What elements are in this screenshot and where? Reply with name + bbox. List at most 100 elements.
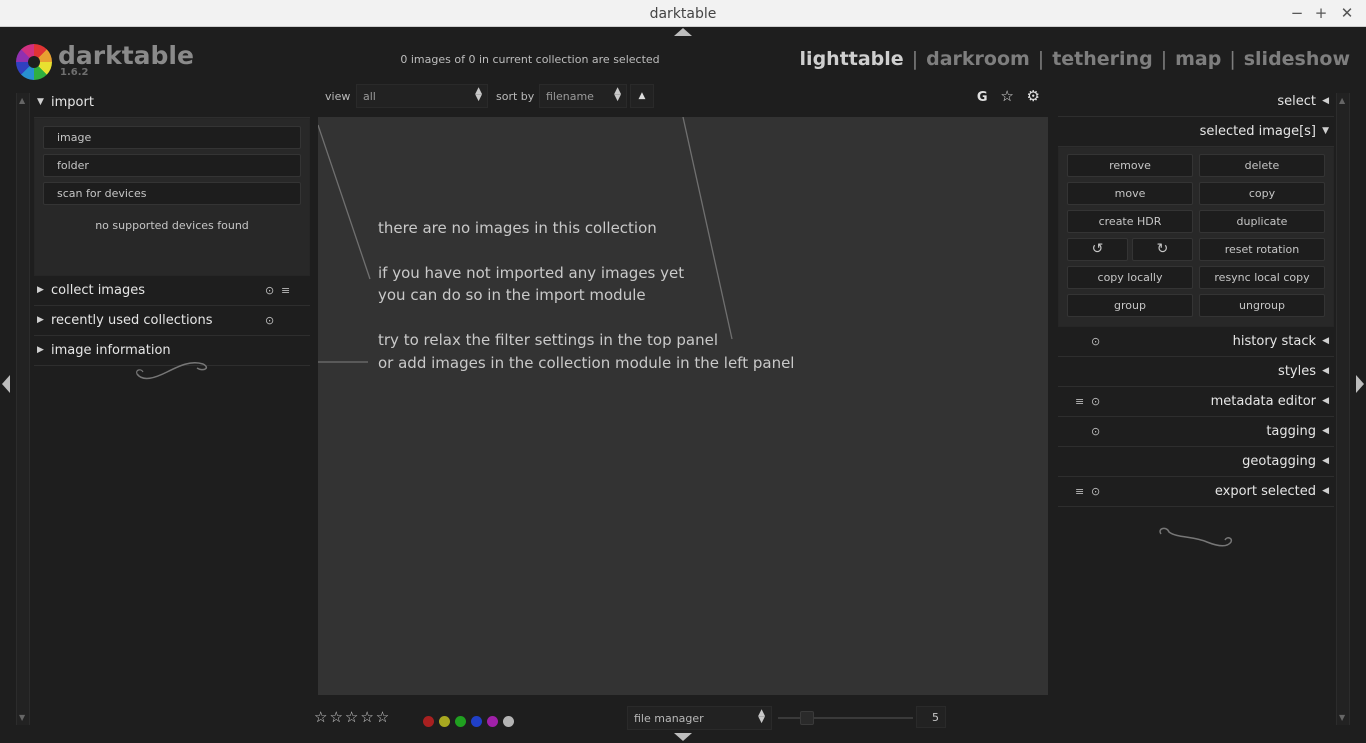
minimize-icon[interactable]: − — [1288, 4, 1306, 22]
gear-icon[interactable]: ⚙ — [1027, 87, 1040, 105]
sort-select[interactable]: filename ▲ ▼ — [539, 84, 627, 108]
view-toolbar: G ☆ ⚙ — [969, 87, 1040, 105]
right-panel-scrollbar[interactable]: ▲ ▼ — [1336, 93, 1350, 725]
empty-message-line: there are no images in this collection — [378, 219, 657, 237]
panel-end-ornament-icon — [1159, 527, 1233, 547]
duplicate-button[interactable]: duplicate — [1199, 210, 1325, 233]
presets-icon[interactable]: ⊙ — [265, 284, 274, 297]
layout-select[interactable]: file manager ▲ ▼ — [627, 706, 772, 730]
module-geotagging-header[interactable]: geotagging ◀ — [1058, 447, 1334, 477]
menu-icon[interactable]: ≡ — [281, 284, 290, 297]
selected-images-module-body: remove delete move copy create HDR dupli… — [1058, 147, 1334, 327]
zoom-slider[interactable] — [778, 711, 913, 725]
scroll-up-icon[interactable]: ▲ — [19, 96, 25, 105]
module-styles-header[interactable]: styles ◀ — [1058, 357, 1334, 387]
left-panel: ▼ import image folder scan for devices n… — [34, 88, 310, 366]
module-export-selected-header[interactable]: ≡ ⊙ export selected ◀ — [1058, 477, 1334, 507]
view-map[interactable]: map — [1175, 48, 1221, 70]
copy-button[interactable]: copy — [1199, 182, 1325, 205]
color-label-purple-icon[interactable] — [487, 716, 498, 727]
view-darkroom[interactable]: darkroom — [926, 48, 1030, 70]
filter-bar: view all ▲ ▼ sort by filename ▲ ▼ ▲ G ☆ ⚙ — [318, 84, 1048, 108]
import-image-button[interactable]: image — [43, 126, 301, 149]
window-title: darktable — [649, 6, 717, 22]
import-folder-button[interactable]: folder — [43, 154, 301, 177]
grouping-icon[interactable]: G — [977, 90, 988, 105]
scan-devices-button[interactable]: scan for devices — [43, 182, 301, 205]
module-label: history stack — [1232, 334, 1316, 349]
collapsed-arrow-icon: ◀ — [1322, 366, 1329, 376]
presets-icon[interactable]: ⊙ — [1091, 425, 1100, 438]
color-label-gray-icon[interactable] — [503, 716, 514, 727]
collapsed-arrow-icon: ◀ — [1322, 486, 1329, 496]
scroll-down-icon[interactable]: ▼ — [1339, 713, 1345, 722]
collapsed-arrow-icon: ◀ — [1322, 96, 1329, 106]
window-titlebar: darktable − + ✕ — [0, 0, 1366, 27]
module-metadata-editor-header[interactable]: ≡ ⊙ metadata editor ◀ — [1058, 387, 1334, 417]
zoom-value-entry[interactable]: 5 — [916, 706, 946, 728]
rotate-left-icon[interactable]: ↺ — [1067, 238, 1128, 261]
color-label-filter — [423, 712, 519, 731]
color-label-red-icon[interactable] — [423, 716, 434, 727]
empty-message-line: or add images in the collection module i… — [378, 354, 795, 372]
empty-message-line: if you have not imported any images yet — [378, 264, 685, 282]
zoom-slider-handle[interactable] — [800, 711, 814, 725]
move-button[interactable]: move — [1067, 182, 1193, 205]
selection-info: 0 images of 0 in current collection are … — [400, 53, 660, 66]
star-rating-filter[interactable]: ☆☆☆☆☆ — [314, 708, 391, 726]
view-tethering[interactable]: tethering — [1052, 48, 1152, 70]
view-filter-select[interactable]: all ▲ ▼ — [356, 84, 488, 108]
top-panel-toggle-icon[interactable] — [674, 28, 692, 36]
presets-icon[interactable]: ⊙ — [265, 314, 274, 327]
module-label: select — [1277, 94, 1316, 109]
module-collect-images-header[interactable]: ▶ collect images ⊙ ≡ — [34, 276, 310, 306]
module-import-header[interactable]: ▼ import — [34, 88, 310, 118]
resync-local-copy-button[interactable]: resync local copy — [1199, 266, 1325, 289]
maximize-icon[interactable]: + — [1312, 4, 1330, 22]
color-label-yellow-icon[interactable] — [439, 716, 450, 727]
right-panel-toggle-icon[interactable] — [1356, 375, 1364, 393]
collapsed-arrow-icon: ◀ — [1322, 396, 1329, 406]
rotate-right-icon[interactable]: ↻ — [1132, 238, 1193, 261]
ungroup-button[interactable]: ungroup — [1199, 294, 1325, 317]
presets-icon[interactable]: ⊙ — [1091, 485, 1100, 498]
reset-rotation-button[interactable]: reset rotation — [1199, 238, 1325, 261]
expanded-arrow-icon: ▼ — [1322, 126, 1329, 136]
collapsed-arrow-icon: ▶ — [37, 285, 44, 295]
empty-message-line: try to relax the filter settings in the … — [378, 331, 719, 349]
module-label: export selected — [1214, 484, 1316, 499]
group-button[interactable]: group — [1067, 294, 1193, 317]
module-history-stack-header[interactable]: ⊙ history stack ◀ — [1058, 327, 1334, 357]
view-slideshow[interactable]: slideshow — [1244, 48, 1350, 70]
sort-direction-button[interactable]: ▲ — [630, 84, 654, 108]
color-label-green-icon[interactable] — [455, 716, 466, 727]
color-label-blue-icon[interactable] — [471, 716, 482, 727]
lighttable-center[interactable]: there are no images in this collection i… — [318, 117, 1048, 695]
app-name: darktable — [58, 41, 194, 70]
collapsed-arrow-icon: ◀ — [1322, 456, 1329, 466]
module-recently-used-header[interactable]: ▶ recently used collections ⊙ — [34, 306, 310, 336]
delete-button[interactable]: delete — [1199, 154, 1325, 177]
module-select-header[interactable]: select ◀ — [1058, 87, 1334, 117]
module-tagging-header[interactable]: ⊙ tagging ◀ — [1058, 417, 1334, 447]
module-label: selected image[s] — [1199, 124, 1316, 139]
presets-icon[interactable]: ⊙ — [1091, 395, 1100, 408]
module-selected-images-header[interactable]: selected image[s] ▼ — [1058, 117, 1334, 147]
bottom-panel-toggle-icon[interactable] — [674, 733, 692, 741]
scroll-up-icon[interactable]: ▲ — [1339, 96, 1345, 105]
left-panel-scrollbar[interactable]: ▲ ▼ — [16, 93, 30, 725]
star-overlays-icon[interactable]: ☆ — [1000, 87, 1013, 105]
create-hdr-button[interactable]: create HDR — [1067, 210, 1193, 233]
copy-locally-button[interactable]: copy locally — [1067, 266, 1193, 289]
presets-icon[interactable]: ⊙ — [1091, 335, 1100, 348]
empty-message-line: you can do so in the import module — [378, 286, 646, 304]
menu-icon[interactable]: ≡ — [1075, 485, 1084, 498]
menu-icon[interactable]: ≡ — [1075, 395, 1084, 408]
view-lighttable[interactable]: lighttable — [800, 48, 904, 70]
panel-end-ornament-icon — [136, 361, 208, 380]
close-icon[interactable]: ✕ — [1338, 4, 1356, 22]
scroll-down-icon[interactable]: ▼ — [19, 713, 25, 722]
remove-button[interactable]: remove — [1067, 154, 1193, 177]
left-panel-toggle-icon[interactable] — [2, 375, 10, 393]
updown-icon: ▲ ▼ — [475, 86, 482, 103]
